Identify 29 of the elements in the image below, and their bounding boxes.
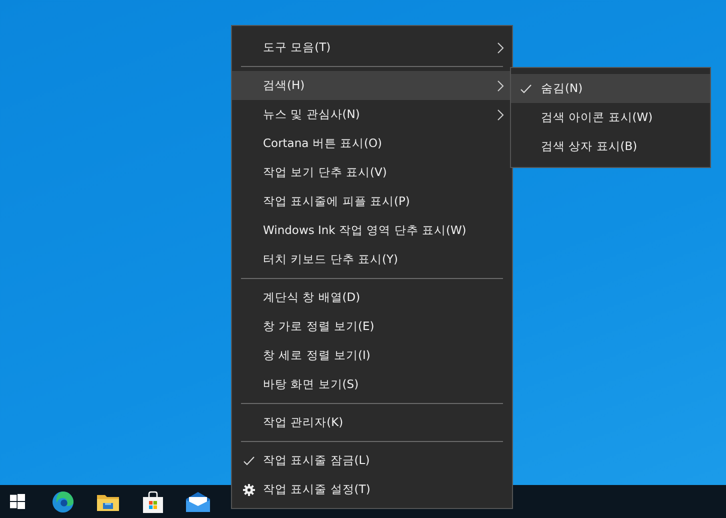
chevron-right-icon	[497, 42, 504, 54]
menu-item[interactable]: 도구 모음(T)	[232, 33, 512, 62]
menu-item[interactable]: 작업 관리자(K)	[232, 408, 512, 437]
menu-item[interactable]: 창 가로 정렬 보기(E)	[232, 312, 512, 341]
checkmark-icon	[242, 456, 254, 466]
browser-swirl-icon	[52, 490, 74, 512]
folder-icon	[96, 492, 118, 510]
menu-item[interactable]: 작업 표시줄에 피플 표시(P)	[232, 187, 512, 216]
menu-item[interactable]: 작업 표시줄 잠금(L)	[232, 446, 512, 475]
envelope-icon	[186, 492, 210, 512]
menu-item[interactable]: 창 세로 정렬 보기(I)	[232, 341, 512, 370]
menu-item[interactable]: 검색 아이콘 표시(W)	[511, 103, 710, 132]
menu-item[interactable]: 작업 표시줄 설정(T)	[232, 475, 512, 504]
chevron-right-icon	[497, 108, 504, 120]
menu-item[interactable]: 터치 키보드 단추 표시(Y)	[232, 245, 512, 274]
chevron-right-icon	[497, 80, 504, 92]
menu-item[interactable]: Cortana 버튼 표시(O)	[232, 129, 512, 158]
menu-item[interactable]: 작업 보기 단추 표시(V)	[232, 158, 512, 187]
menu-item[interactable]: 뉴스 및 관심사(N)	[232, 100, 512, 129]
menu-item[interactable]: 검색 상자 표시(B)	[511, 132, 710, 161]
menu-item[interactable]: 숨김(N)	[511, 74, 710, 103]
shopping-bag-icon	[142, 490, 164, 512]
checkmark-icon	[520, 84, 532, 94]
menu-item[interactable]: 바탕 화면 보기(S)	[232, 370, 512, 399]
menu-item[interactable]: Windows Ink 작업 영역 단추 표시(W)	[232, 216, 512, 245]
windows-logo-icon	[10, 494, 24, 509]
menu-item[interactable]: 검색(H)	[232, 71, 512, 100]
gear-icon	[242, 484, 254, 496]
menu-item[interactable]: 계단식 창 배열(D)	[232, 283, 512, 312]
